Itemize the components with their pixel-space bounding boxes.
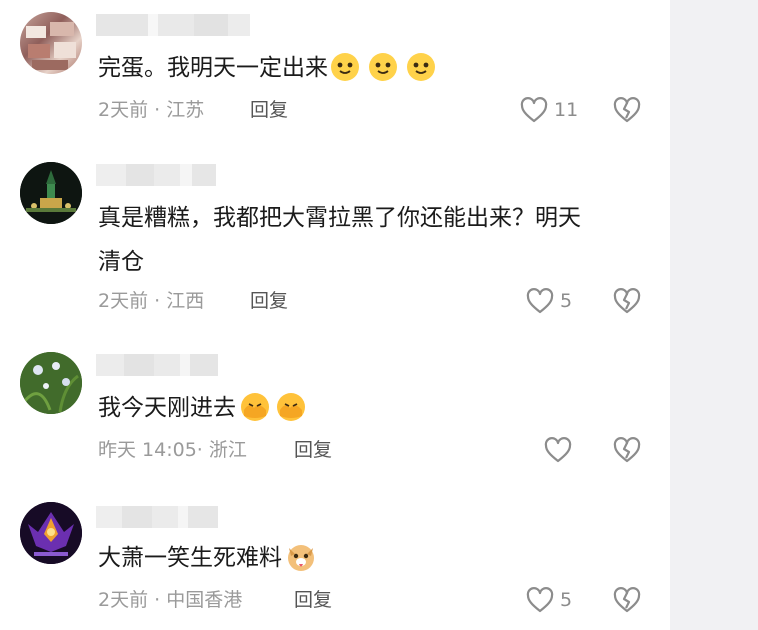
broken-heart-icon — [613, 288, 641, 314]
like-button[interactable]: 5 — [526, 286, 572, 316]
comment-meta: 昨天 14:05· 浙江 — [98, 435, 247, 465]
avatar[interactable] — [20, 502, 82, 564]
comment-meta: 2天前 · 江西 — [98, 286, 204, 316]
facepalm-emoji — [240, 392, 270, 422]
comment-time: 2天前 — [98, 290, 149, 312]
comment-location: 中国香港 — [166, 589, 243, 611]
right-side-panel — [670, 0, 758, 630]
username-blurred[interactable] — [96, 14, 250, 38]
comment-item: 大萧一笑生死难料 2天前 · 中国香港 回复 5 — [0, 490, 670, 630]
like-button[interactable]: 5 — [526, 585, 572, 615]
broken-heart-icon — [613, 587, 641, 613]
dislike-button[interactable] — [612, 585, 642, 615]
reply-button[interactable]: 回复 — [250, 286, 288, 316]
comment-meta: 2天前 · 中国香港 — [98, 585, 242, 615]
comment-body-line1: 真是糟糕，我都把大霄拉黑了你还能出来？明天 — [98, 205, 581, 231]
comment-location: 江西 — [166, 290, 205, 312]
reply-button[interactable]: 回复 — [294, 435, 332, 465]
dislike-button[interactable] — [612, 286, 642, 316]
meta-separator: · — [154, 290, 161, 312]
comment-location: 浙江 — [208, 439, 247, 461]
heart-icon — [526, 587, 554, 613]
heart-icon — [520, 97, 548, 123]
username-blurred[interactable] — [96, 506, 218, 530]
smile-face-emoji — [330, 52, 360, 82]
comment-meta: 2天前 · 江苏 — [98, 95, 204, 125]
comment-time: 2天前 — [98, 589, 149, 611]
like-button[interactable]: 11 — [520, 95, 578, 125]
reply-button[interactable]: 回复 — [294, 585, 332, 615]
comment-body: 大萧一笑生死难料 — [98, 545, 282, 571]
comment-item: 完蛋。我明天一定出来 2天前 · 江苏 回复 11 — [0, 0, 670, 150]
comment-body: 我今天刚进去 — [98, 395, 236, 421]
meta-separator: · — [196, 439, 203, 461]
like-button[interactable] — [544, 435, 578, 465]
facepalm-emoji — [276, 392, 306, 422]
comment-text: 大萧一笑生死难料 — [98, 536, 658, 580]
like-count: 5 — [560, 290, 573, 312]
heart-icon — [526, 288, 554, 314]
comment-text: 我今天刚进去 — [98, 386, 658, 430]
broken-heart-icon — [613, 437, 641, 463]
avatar[interactable] — [20, 352, 82, 414]
dislike-button[interactable] — [612, 95, 642, 125]
heart-icon — [544, 437, 572, 463]
like-count: 11 — [554, 99, 579, 121]
smile-face-emoji — [368, 52, 398, 82]
comment-item: 我今天刚进去 昨天 14:05· 浙江 回复 — [0, 340, 670, 490]
comment-time: 2天前 — [98, 99, 149, 121]
avatar[interactable] — [20, 162, 82, 224]
avatar[interactable] — [20, 12, 82, 74]
broken-heart-icon — [613, 97, 641, 123]
comment-text: 真是糟糕，我都把大霄拉黑了你还能出来？明天 清仓 — [98, 196, 658, 284]
dog-face-emoji — [286, 542, 316, 572]
comment-item: 真是糟糕，我都把大霄拉黑了你还能出来？明天 清仓 2天前 · 江西 回复 5 — [0, 150, 670, 340]
reply-button[interactable]: 回复 — [250, 95, 288, 125]
username-blurred[interactable] — [96, 164, 216, 188]
meta-separator: · — [154, 589, 161, 611]
smile-face-emoji — [406, 52, 436, 82]
comment-time: 昨天 14:05 — [98, 439, 197, 461]
comment-body-line2: 清仓 — [98, 249, 144, 275]
comment-location: 江苏 — [166, 99, 205, 121]
dislike-button[interactable] — [612, 435, 642, 465]
username-blurred[interactable] — [96, 354, 218, 378]
comment-body: 完蛋。我明天一定出来 — [98, 55, 328, 81]
comment-text: 完蛋。我明天一定出来 — [98, 46, 658, 90]
like-count: 5 — [560, 589, 573, 611]
meta-separator: · — [154, 99, 161, 121]
